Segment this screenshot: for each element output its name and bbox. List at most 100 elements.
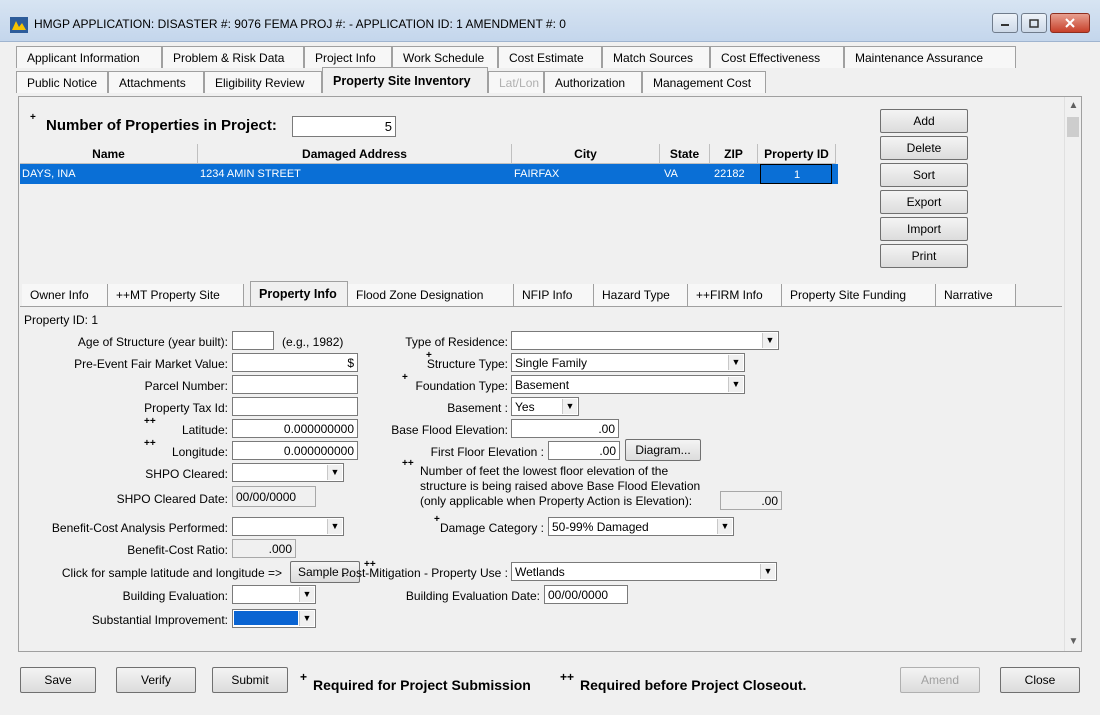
chevron-down-icon[interactable]: ▼ — [327, 465, 342, 480]
sort-button[interactable]: Sort — [880, 163, 968, 187]
residence-label: Type of Residence: — [405, 335, 508, 349]
subtab-mt-property-site[interactable]: ++MT Property Site — [108, 284, 244, 306]
age-input[interactable] — [232, 331, 274, 350]
structure-label: Structure Type: — [426, 357, 508, 371]
subtab-firm-info[interactable]: ++FIRM Info — [688, 284, 782, 306]
amend-button[interactable]: Amend — [900, 667, 980, 693]
tab-project-info[interactable]: Project Info — [304, 46, 392, 68]
legend-required: Required for Project Submission — [313, 677, 531, 693]
bfe-label: Base Flood Elevation: — [391, 423, 508, 437]
property-id-label: Property ID: 1 — [24, 313, 99, 327]
building-eval-date-input[interactable] — [544, 585, 628, 604]
subtab-property-site-funding[interactable]: Property Site Funding — [782, 284, 936, 306]
tab-public-notice[interactable]: Public Notice — [16, 71, 108, 93]
close-icon — [1065, 18, 1075, 28]
maximize-icon — [1029, 18, 1039, 28]
tab-property-site-inventory[interactable]: Property Site Inventory — [322, 67, 488, 93]
maximize-button[interactable] — [1021, 13, 1047, 33]
subtab-narrative[interactable]: Narrative — [936, 284, 1016, 306]
app-icon — [10, 17, 28, 33]
tab-maintenance-assurance[interactable]: Maintenance Assurance — [844, 46, 1016, 68]
post-use-value: Wetlands — [515, 565, 565, 579]
tax-id-label: Property Tax Id: — [144, 401, 228, 415]
cell-zip: 22182 — [714, 168, 745, 180]
raised-note-line3: (only applicable when Property Action is… — [420, 494, 693, 508]
chevron-down-icon[interactable]: ▼ — [717, 519, 732, 534]
properties-count-input[interactable] — [292, 116, 396, 137]
chevron-down-icon[interactable]: ▼ — [562, 399, 577, 414]
export-button[interactable]: Export — [880, 190, 968, 214]
chevron-down-icon[interactable]: ▼ — [762, 333, 777, 348]
subtab-nfip-info[interactable]: NFIP Info — [514, 284, 594, 306]
col-header-address[interactable]: Damaged Address — [198, 144, 512, 164]
col-header-city[interactable]: City — [512, 144, 660, 164]
submit-button[interactable]: Submit — [212, 667, 288, 693]
import-button[interactable]: Import — [880, 217, 968, 241]
ffe-input[interactable] — [548, 441, 620, 460]
raised-input — [720, 491, 782, 510]
damage-select[interactable]: 50-99% Damaged ▼ — [548, 517, 734, 536]
cell-city: FAIRFAX — [514, 168, 560, 180]
tab-attachments[interactable]: Attachments — [108, 71, 204, 93]
col-header-name[interactable]: Name — [20, 144, 198, 164]
cell-name: DAYS, INA — [22, 168, 76, 180]
col-header-zip[interactable]: ZIP — [710, 144, 758, 164]
post-use-select[interactable]: Wetlands ▼ — [511, 562, 777, 581]
foundation-value: Basement — [515, 378, 570, 392]
tab-problem-risk-data[interactable]: Problem & Risk Data — [162, 46, 304, 68]
residence-select[interactable]: ▼ — [511, 331, 779, 350]
damage-label: Damage Category : — [439, 521, 544, 535]
chevron-down-icon[interactable]: ▼ — [299, 611, 314, 626]
building-eval-label: Building Evaluation: — [122, 589, 228, 603]
damage-value: 50-99% Damaged — [552, 520, 649, 534]
subtab-flood-zone-designation[interactable]: Flood Zone Designation — [348, 284, 514, 306]
add-button[interactable]: Add — [880, 109, 968, 133]
basement-value: Yes — [515, 400, 535, 414]
tab-management-cost[interactable]: Management Cost — [642, 71, 766, 93]
verify-button[interactable]: Verify — [116, 667, 196, 693]
longitude-label: Longitude: — [171, 445, 228, 459]
shpo-date-input — [232, 486, 316, 507]
vertical-scrollbar[interactable]: ▲ ▼ — [1064, 97, 1081, 651]
subtab-property-info[interactable]: Property Info — [250, 281, 348, 306]
chevron-down-icon[interactable]: ▼ — [728, 355, 743, 370]
basement-select[interactable]: Yes ▼ — [511, 397, 579, 416]
close-window-button[interactable] — [1050, 13, 1090, 33]
properties-count-label: Number of Properties in Project: — [46, 117, 277, 134]
delete-button[interactable]: Delete — [880, 136, 968, 160]
age-label: Age of Structure (year built): — [77, 335, 228, 349]
tab-work-schedule[interactable]: Work Schedule — [392, 46, 498, 68]
sample-label: Click for sample latitude and longitude … — [61, 566, 282, 580]
foundation-select[interactable]: Basement ▼ — [511, 375, 745, 394]
tab-authorization[interactable]: Authorization — [544, 71, 642, 93]
col-header-property-id[interactable]: Property ID — [758, 144, 836, 164]
cell-address: 1234 AMIN STREET — [200, 168, 301, 180]
subtab-hazard-type[interactable]: Hazard Type — [594, 284, 688, 306]
scroll-up-icon[interactable]: ▲ — [1065, 97, 1082, 115]
scroll-thumb[interactable] — [1067, 117, 1079, 137]
close-button[interactable]: Close — [1000, 667, 1080, 693]
legend-closeout: Required before Project Closeout. — [580, 677, 807, 693]
save-button[interactable]: Save — [20, 667, 96, 693]
scroll-down-icon[interactable]: ▼ — [1065, 633, 1082, 651]
print-button[interactable]: Print — [880, 244, 968, 268]
window-title: HMGP APPLICATION: DISASTER #: 9076 FEMA … — [34, 17, 566, 31]
subtab-owner-info[interactable]: Owner Info — [22, 284, 108, 306]
minimize-button[interactable] — [992, 13, 1018, 33]
tab-cost-estimate[interactable]: Cost Estimate — [498, 46, 602, 68]
tab-applicant-information[interactable]: Applicant Information — [16, 46, 162, 68]
bfe-input[interactable] — [511, 419, 619, 438]
chevron-down-icon[interactable]: ▼ — [760, 564, 775, 579]
diagram-button[interactable]: Diagram... — [625, 439, 701, 461]
tab-match-sources[interactable]: Match Sources — [602, 46, 710, 68]
structure-select[interactable]: Single Family ▼ — [511, 353, 745, 372]
shpo-select[interactable]: ▼ — [232, 463, 344, 482]
tab-eligibility-review[interactable]: Eligibility Review — [204, 71, 322, 93]
latitude-label: Latitude: — [181, 423, 228, 437]
tab-cost-effectiveness[interactable]: Cost Effectiveness — [710, 46, 844, 68]
substantial-select[interactable]: ▼ — [232, 609, 316, 628]
chevron-down-icon[interactable]: ▼ — [728, 377, 743, 392]
tab-lat-lon[interactable]: Lat/Lon — [488, 71, 544, 93]
col-header-state[interactable]: State — [660, 144, 710, 164]
structure-value: Single Family — [515, 356, 588, 370]
